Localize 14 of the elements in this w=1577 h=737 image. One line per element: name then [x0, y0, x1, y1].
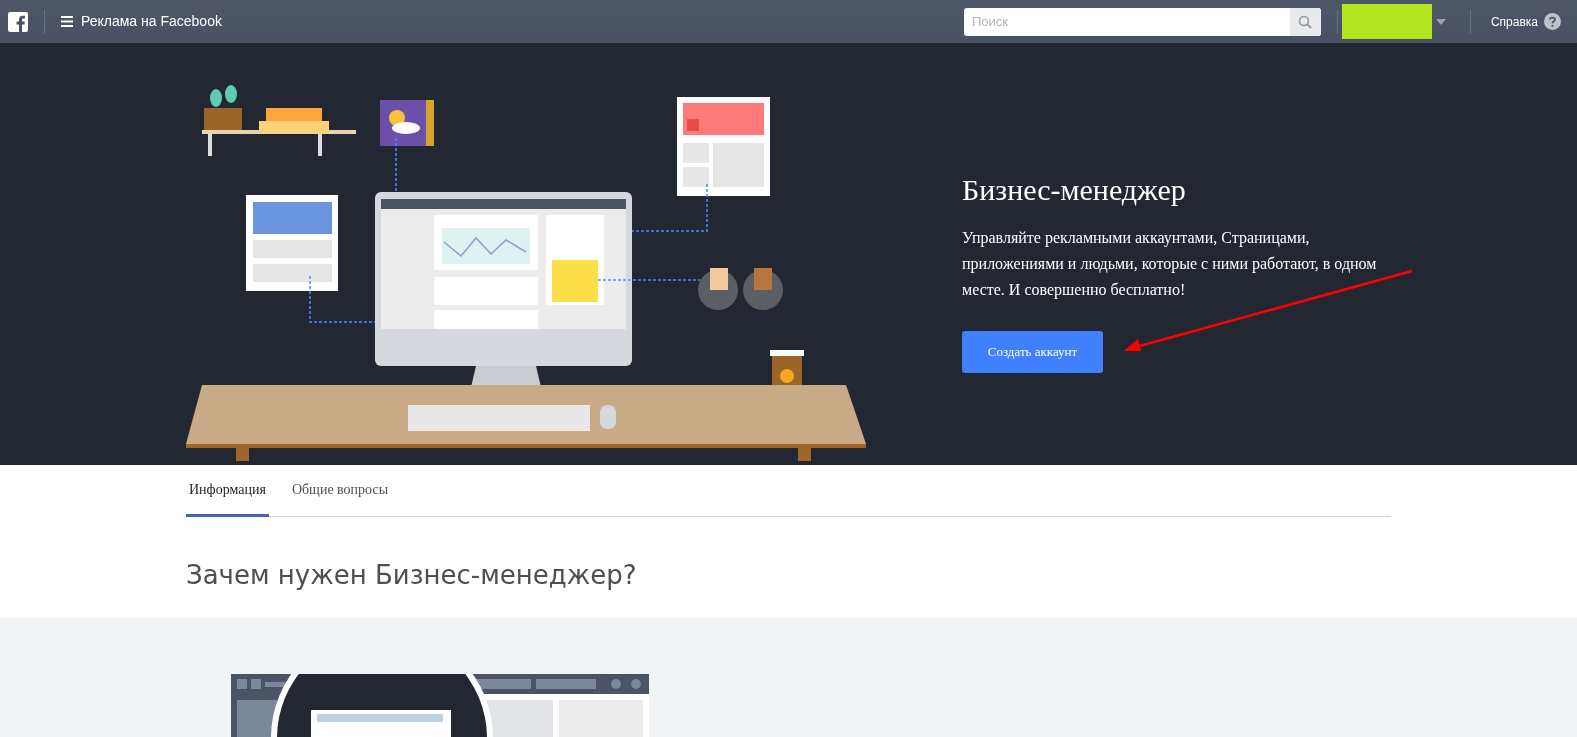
tab[interactable]: Информация: [186, 465, 269, 517]
section-heading: Зачем нужен Бизнес-менеджер?: [186, 559, 638, 592]
menu-icon[interactable]: [61, 16, 73, 27]
help-link[interactable]: Справка: [1490, 12, 1538, 31]
facebook-logo-icon[interactable]: [8, 11, 28, 32]
hero-description: Управляйте рекламными аккаунтами, Страницами, приложениями и людьми, которые с ними работают, в одном месте. И совершенно бесплатно!: [962, 227, 1378, 301]
hero-title: Бизнес-менеджер: [962, 172, 1186, 208]
caret-icon[interactable]: [1435, 18, 1446, 25]
tab[interactable]: Общие вопросы: [288, 465, 392, 517]
search-button[interactable]: [1289, 7, 1321, 36]
help-icon[interactable]: [1544, 13, 1561, 30]
create-account-button[interactable]: Создать аккаунт: [962, 330, 1103, 373]
search-icon: [1298, 14, 1313, 29]
top-bar-title[interactable]: Реклама на Facebook: [81, 11, 222, 32]
